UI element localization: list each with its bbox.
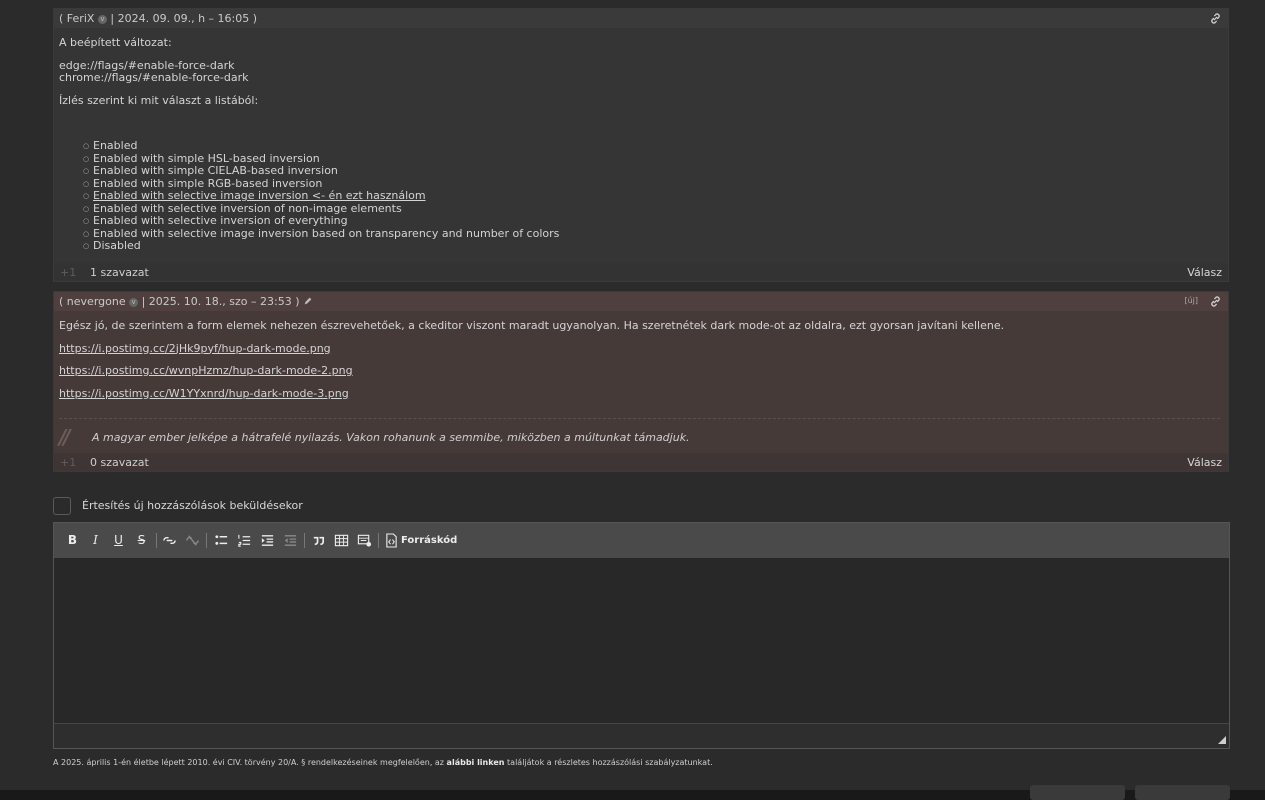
link-insert-icon[interactable] [162,533,177,548]
comment-body: Egész jó, de szerintem a form elemek neh… [59,319,1220,400]
table-icon[interactable] [334,533,349,548]
new-badge: [új] [1184,296,1198,305]
editor-statusbar [54,723,1229,748]
submit-button[interactable] [1135,785,1230,800]
vote-count: 1 szavazat [90,266,149,279]
toolbar-separator [156,533,157,548]
plus-one-button[interactable]: +1 [60,266,76,279]
reply-link[interactable]: Válasz [1187,456,1222,469]
unlink-icon[interactable] [185,533,200,548]
comment-header: ( nevergone v | 2025. 10. 18., szo – 23:… [54,292,1228,311]
list-item: Enabled with selective image inversion b… [83,227,1220,241]
user-badge-icon[interactable]: v [97,15,107,24]
choice-text: Ízlés szerint ki mit választ a listából: [59,93,259,107]
toolbar-separator [378,533,379,548]
legal-text-after: találjátok a részletes hozzászólási szab… [507,758,713,767]
comment-text: Egész jó, de szerintem a form elemek neh… [59,319,1005,332]
image-link-3[interactable]: https://i.postimg.cc/W1YYxnrd/hup-dark-m… [59,387,349,400]
strike-icon[interactable]: S [135,533,148,548]
reply-link[interactable]: Válasz [1187,266,1222,279]
signature-divider [59,418,1220,419]
link-icon[interactable] [1209,12,1222,25]
comment-author[interactable]: nevergone [67,295,126,308]
comment-footer: +1 0 szavazat Válasz [54,453,1228,471]
comment-author[interactable]: FeriX [67,12,95,25]
plus-one-button[interactable]: +1 [60,456,76,469]
numbered-list-icon[interactable] [237,533,252,548]
comment-intro: A beépített változat: [59,36,172,49]
image-link-1[interactable]: https://i.postimg.cc/2jHk9pyf/hup-dark-m… [59,342,331,355]
indent-icon[interactable] [260,533,275,548]
editor-textarea[interactable] [54,558,1229,724]
legal-link[interactable]: alábbi linken [447,758,505,767]
option-list: Enabled Enabled with simple HSL-based in… [59,139,1220,253]
list-item: Disabled [83,239,1220,253]
editor-toolbar: B I U S Forráskód [54,523,1229,558]
comment-nevergone: ( nevergone v | 2025. 10. 18., szo – 23:… [53,291,1229,472]
legal-text-before: A 2025. április 1-én életbe lépett 2010.… [53,758,444,767]
underline-icon[interactable]: U [112,533,125,548]
italic-icon[interactable]: I [89,533,102,548]
signature: A magyar ember jelképe a hátrafelé nyila… [92,431,690,444]
list-item: Enabled with selective image inversion <… [83,189,1220,203]
highlighted-option: Enabled with selective image inversion <… [93,189,426,202]
source-button[interactable]: Forráskód [401,533,471,548]
flag-chrome: chrome://flags/#enable-force-dark [59,71,249,84]
comment-meta: ( FeriX v | 2024. 09. 09., h – 16:05 ) [59,12,258,25]
media-icon[interactable] [357,533,372,548]
comment-datetime: | 2024. 09. 09., h – 16:05 ) [110,12,258,25]
resize-icon[interactable] [1218,736,1226,744]
comment-body: A beépített változat: edge://flags/#enab… [59,36,1220,253]
list-item: Enabled [83,139,1220,153]
edit-icon[interactable] [303,296,313,306]
image-link-2[interactable]: https://i.postimg.cc/wvnpHzmz/hup-dark-m… [59,364,353,377]
list-item: Enabled with selective inversion of ever… [83,214,1220,228]
toolbar-separator [304,533,305,548]
bulleted-list-icon[interactable] [214,533,229,548]
outdent-icon[interactable] [283,533,298,548]
comment-meta: ( nevergone v | 2025. 10. 18., szo – 23:… [59,295,313,308]
legal-notice: A 2025. április 1-én életbe lépett 2010.… [53,758,713,767]
comment-footer: +1 1 szavazat Válasz [54,263,1228,281]
comment-datetime: | 2025. 10. 18., szo – 23:53 ) [141,295,300,308]
notify-checkbox[interactable] [53,497,71,515]
comment-editor: B I U S Forráskód [53,522,1230,749]
link-icon[interactable] [1209,295,1222,308]
list-item: Enabled with simple CIELAB-based inversi… [83,164,1220,178]
toolbar-separator [206,533,207,548]
quote-mark-icon: // [59,425,70,449]
bold-icon[interactable]: B [66,533,79,548]
notify-label[interactable]: Értesítés új hozzászólások beküldésekor [82,499,303,512]
comment-ferix: ( FeriX v | 2024. 09. 09., h – 16:05 ) A… [53,8,1229,282]
blockquote-icon[interactable] [311,533,326,548]
preview-button[interactable] [1030,785,1125,800]
comment-header: ( FeriX v | 2024. 09. 09., h – 16:05 ) [54,9,1228,28]
user-badge-icon[interactable]: v [129,298,139,307]
source-icon[interactable] [385,533,398,548]
vote-count: 0 szavazat [90,456,149,469]
